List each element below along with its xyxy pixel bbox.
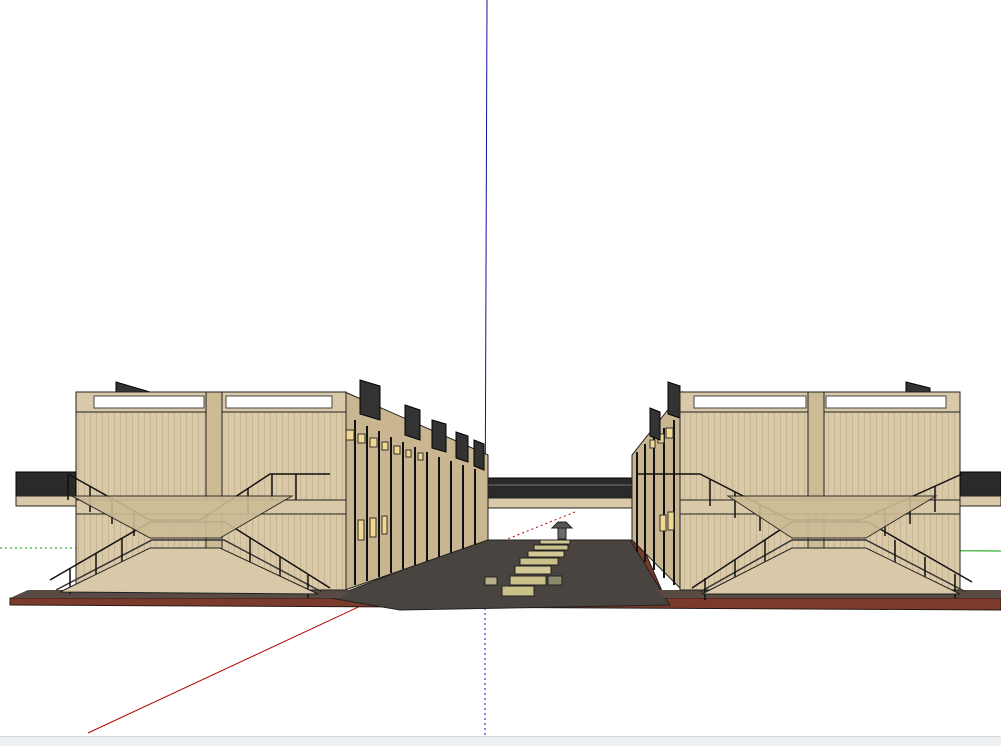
- model-viewport[interactable]: [0, 0, 1001, 736]
- right-building[interactable]: [631, 381, 1001, 600]
- scene-canvas[interactable]: [0, 0, 1001, 736]
- drawing-axes: [0, 0, 1001, 736]
